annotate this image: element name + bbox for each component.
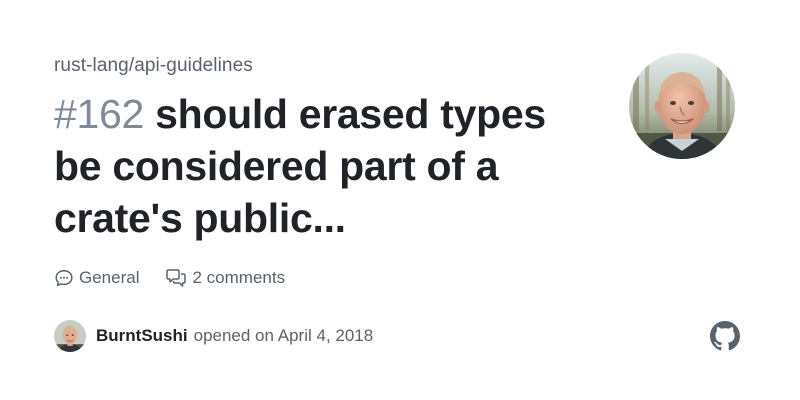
repo-name[interactable]: rust-lang/api-guidelines bbox=[54, 55, 253, 77]
issue-number: #162 bbox=[54, 91, 145, 137]
issue-meta: General 2 comments bbox=[54, 266, 285, 290]
github-icon[interactable] bbox=[710, 321, 740, 351]
author-name[interactable]: BurntSushi bbox=[96, 326, 188, 346]
category[interactable]: General bbox=[54, 268, 139, 288]
comments-icon bbox=[166, 269, 187, 287]
comment-icon bbox=[55, 270, 73, 287]
author-row: BurntSushi opened on April 4, 2018 bbox=[54, 320, 373, 352]
opened-date: opened on April 4, 2018 bbox=[193, 326, 374, 345]
issue-title: #162 should erased types be considered p… bbox=[54, 88, 594, 244]
author-avatar-large bbox=[629, 53, 735, 159]
comments-label: 2 comments bbox=[192, 268, 286, 287]
category-label: General bbox=[79, 268, 140, 287]
author-avatar[interactable] bbox=[54, 320, 86, 352]
comments-count[interactable]: 2 comments bbox=[165, 268, 285, 288]
